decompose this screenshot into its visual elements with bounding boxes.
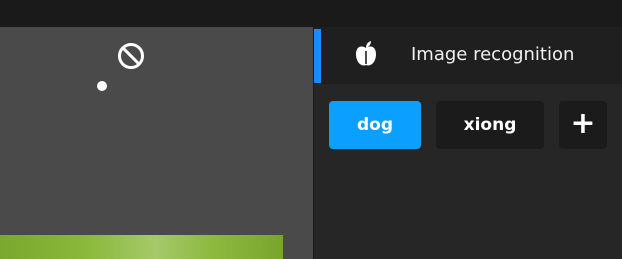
tag-xiong-button[interactable]: xiong: [436, 101, 544, 149]
app-root: Image recognition dog xiong +: [0, 0, 622, 259]
image-canvas[interactable]: [0, 27, 313, 259]
add-tag-button[interactable]: +: [559, 101, 607, 149]
tag-dog-button[interactable]: dog: [329, 101, 421, 149]
no-entry-icon[interactable]: [117, 42, 145, 70]
preview-image: [0, 235, 283, 259]
pointer-dot[interactable]: [97, 81, 107, 91]
apple-icon: [356, 41, 376, 66]
recognition-panel: Image recognition dog xiong +: [314, 27, 622, 259]
panel-header[interactable]: Image recognition: [314, 27, 622, 84]
top-bar: [0, 0, 622, 27]
active-indicator: [314, 29, 321, 83]
panel-title: Image recognition: [411, 44, 575, 65]
